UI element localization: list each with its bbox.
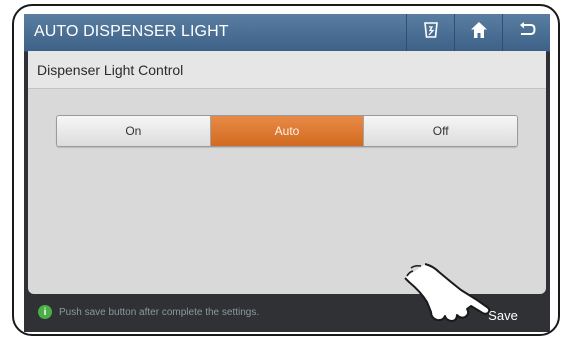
settings-panel: Dispenser Light Control On Auto Off: [28, 51, 546, 294]
title-bar: AUTO DISPENSER LIGHT: [24, 14, 550, 52]
light-mode-selector: On Auto Off: [56, 115, 518, 147]
home-icon: [470, 21, 488, 44]
option-on-button[interactable]: On: [57, 116, 211, 146]
footer-bar: i Push save button after complete the se…: [24, 296, 550, 332]
back-icon: [518, 22, 536, 43]
option-off-button[interactable]: Off: [364, 116, 517, 146]
dispenser-button[interactable]: [406, 14, 455, 51]
panel-header: Dispenser Light Control: [28, 51, 546, 89]
back-button[interactable]: [502, 14, 550, 51]
dispenser-icon: [423, 21, 439, 44]
info-icon: i: [38, 305, 52, 319]
save-button[interactable]: Save: [477, 303, 529, 327]
panel-title: Dispenser Light Control: [37, 62, 184, 78]
hint-text: Push save button after complete the sett…: [59, 307, 260, 318]
home-button[interactable]: [454, 14, 503, 51]
option-auto-button[interactable]: Auto: [210, 116, 365, 146]
page-title: AUTO DISPENSER LIGHT: [34, 23, 229, 40]
screen: AUTO DISPENSER LIGHT Dispenser Light Con…: [24, 14, 550, 332]
